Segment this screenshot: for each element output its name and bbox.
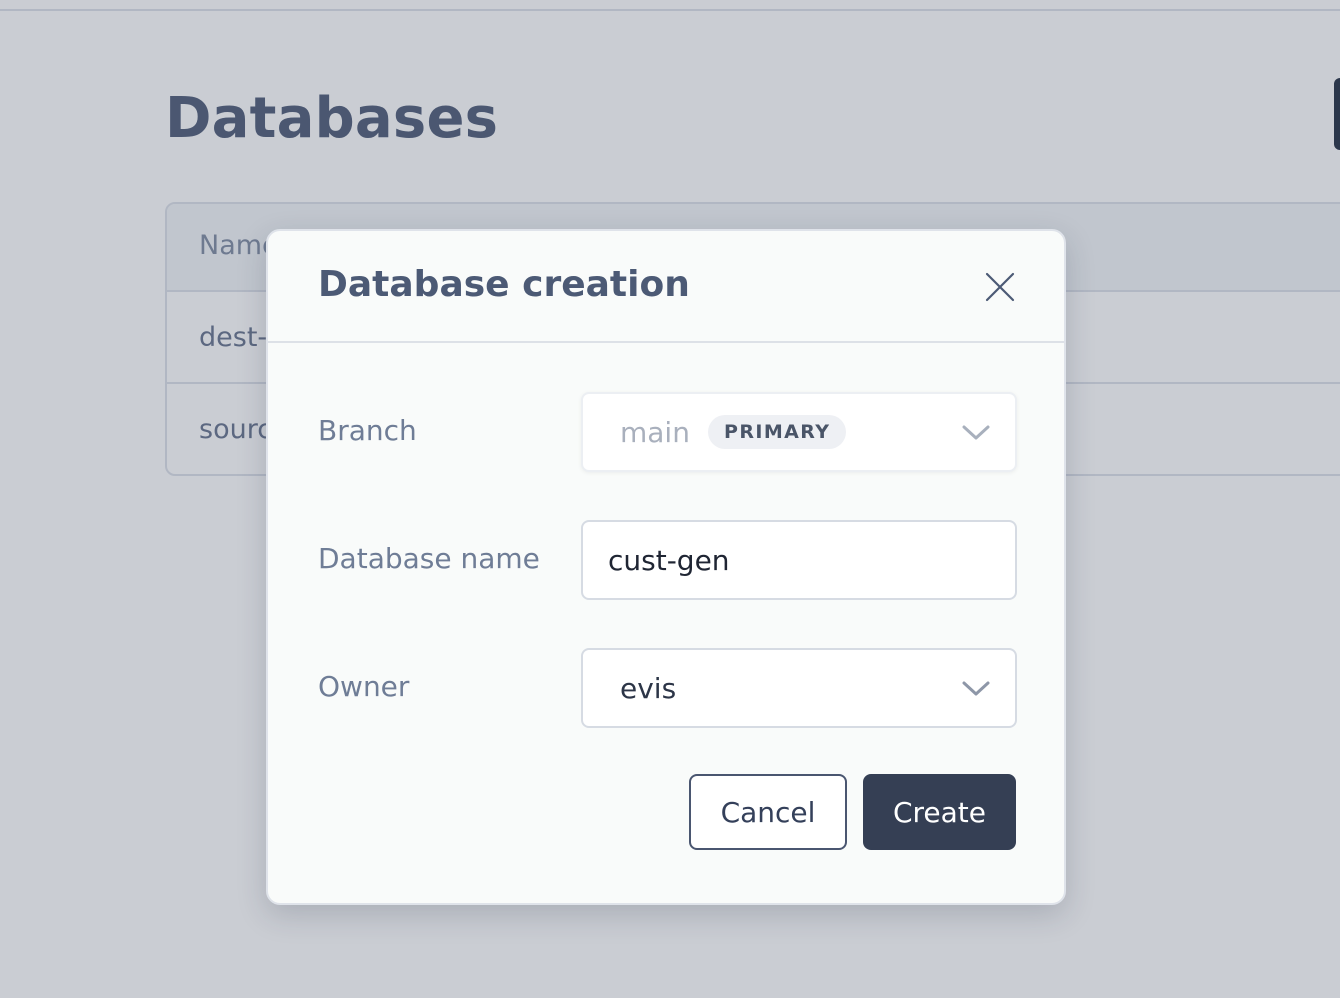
database-creation-dialog: Database creation Branch main PRIMARY Da… <box>266 229 1066 905</box>
dialog-title: Database creation <box>318 264 690 305</box>
database-name-field[interactable] <box>581 520 1017 600</box>
close-icon <box>985 272 1015 302</box>
branch-select-value: main <box>620 416 690 449</box>
database-name-input[interactable] <box>583 522 1015 598</box>
owner-select[interactable]: evis <box>581 648 1017 728</box>
create-button[interactable]: Create <box>863 774 1016 850</box>
primary-badge: PRIMARY <box>708 415 847 449</box>
branch-label: Branch <box>318 414 417 447</box>
chevron-down-icon <box>962 425 990 440</box>
owner-label: Owner <box>318 670 410 703</box>
chevron-down-icon <box>962 681 990 696</box>
database-name-label: Database name <box>318 542 540 575</box>
owner-select-value: evis <box>620 672 677 705</box>
cancel-button[interactable]: Cancel <box>689 774 847 850</box>
branch-select[interactable]: main PRIMARY <box>581 392 1017 472</box>
dialog-header: Database creation <box>268 231 1064 343</box>
close-button[interactable] <box>980 267 1020 307</box>
